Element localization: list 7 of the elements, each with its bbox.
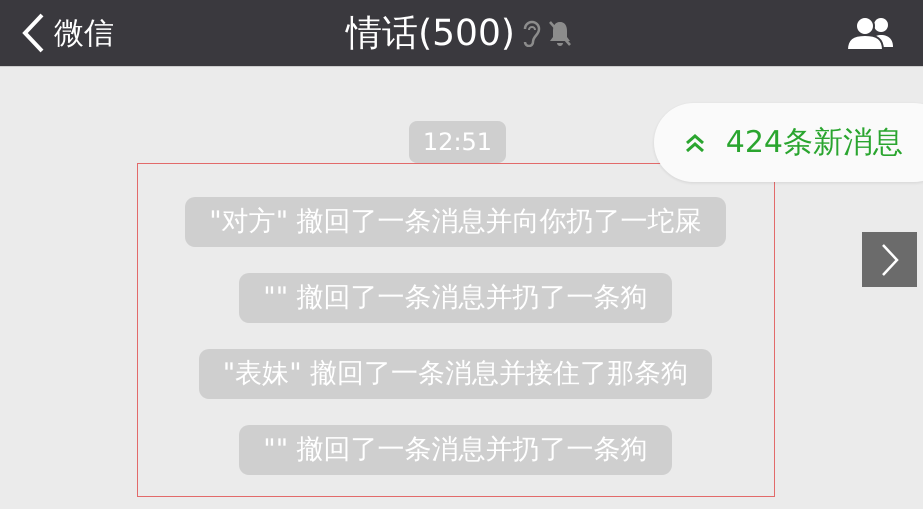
double-chevron-up-icon: [684, 132, 706, 154]
back-chevron-icon: [22, 13, 44, 53]
next-button[interactable]: [862, 232, 917, 287]
chat-title: 情话(500): [346, 12, 515, 56]
chevron-right-icon: [880, 242, 898, 276]
back-button[interactable]: 微信: [22, 12, 172, 54]
muted-bell-icon: [546, 19, 573, 47]
